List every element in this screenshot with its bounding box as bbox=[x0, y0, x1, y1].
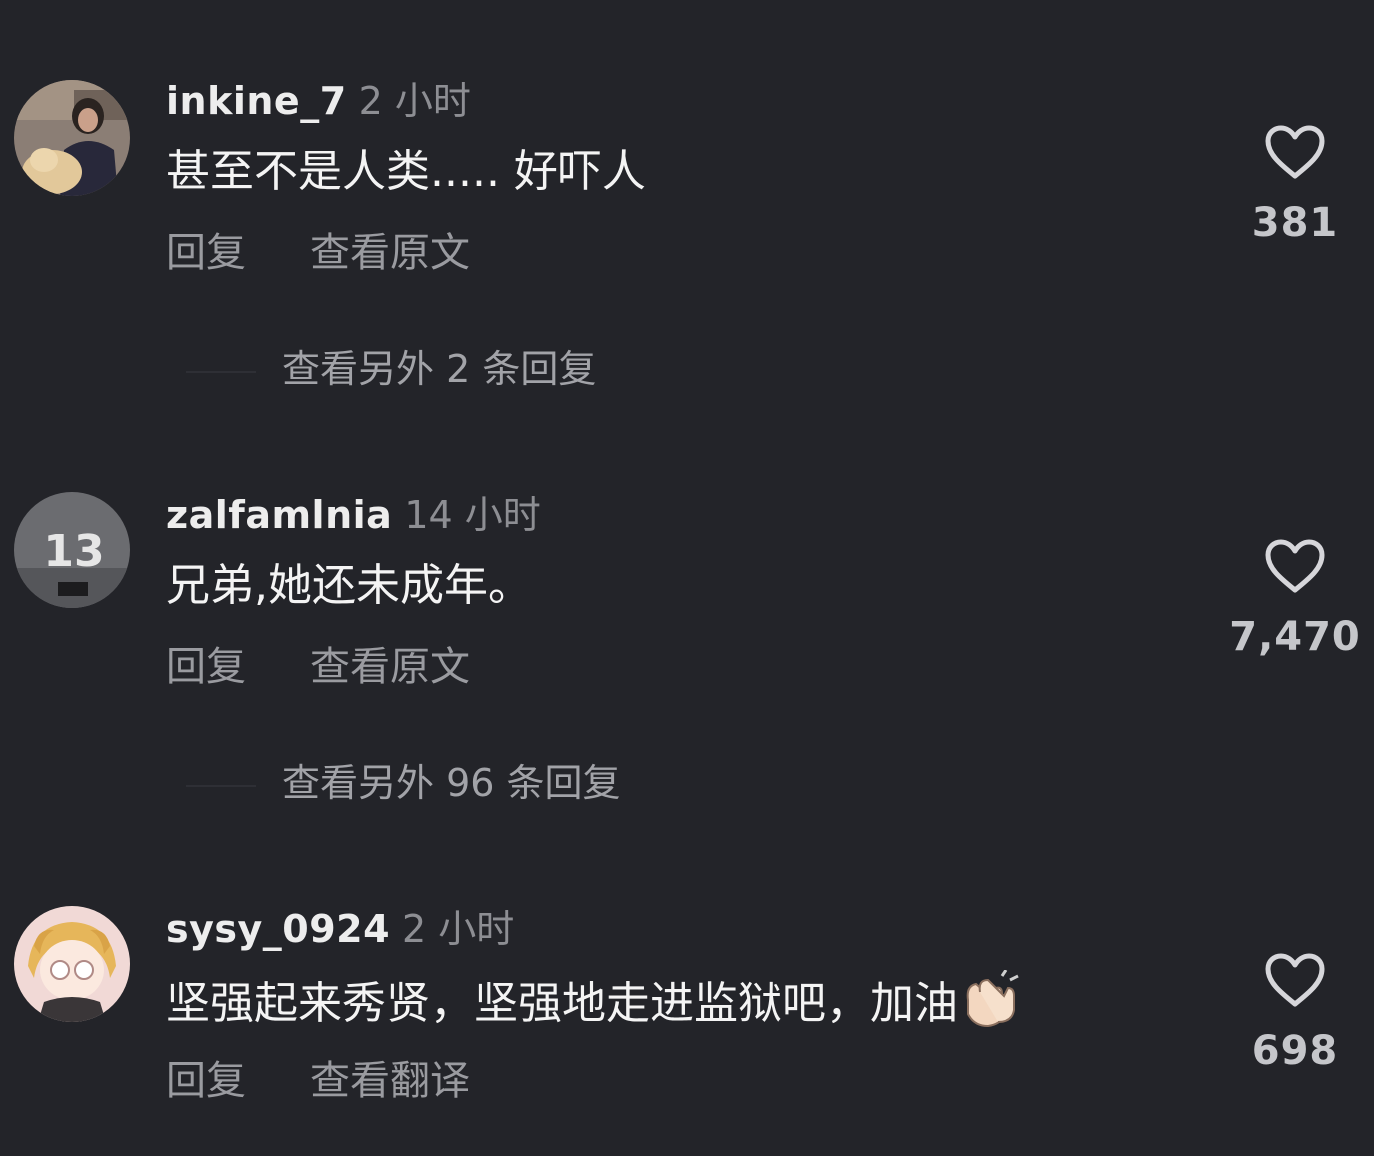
like-count: 698 bbox=[1251, 1028, 1339, 1074]
comment-actions: 回复 查看原文 bbox=[166, 640, 470, 694]
avatar[interactable] bbox=[14, 906, 130, 1022]
timestamp: 2 小时 bbox=[402, 907, 515, 951]
timestamp: 2 小时 bbox=[358, 79, 471, 123]
avatar[interactable]: 13 bbox=[14, 492, 130, 608]
comment-text: 兄弟,她还未成年。 bbox=[166, 560, 532, 611]
thread-divider bbox=[186, 784, 256, 787]
like-control: 7,470 bbox=[1222, 538, 1368, 660]
comment-text-content: 坚强起来秀贤，坚强地走进监狱吧，加油 bbox=[166, 978, 958, 1029]
reply-button[interactable]: 回复 bbox=[166, 1058, 246, 1104]
reply-button[interactable]: 回复 bbox=[166, 644, 246, 690]
view-more-replies-label: 查看另外 96 条回复 bbox=[282, 761, 621, 805]
like-control: 698 bbox=[1232, 952, 1358, 1074]
reply-button[interactable]: 回复 bbox=[166, 230, 246, 276]
comment-meta: sysy_0924 2 小时 bbox=[166, 904, 514, 954]
view-original-button[interactable]: 查看原文 bbox=[310, 644, 470, 690]
view-more-replies-button[interactable]: 查看另外 96 条回复 bbox=[186, 758, 621, 808]
avatar-jersey-image: 13 bbox=[14, 492, 130, 608]
comment-meta: inkine_7 2 小时 bbox=[166, 76, 471, 126]
avatar-badge: 13 bbox=[43, 526, 104, 577]
username[interactable]: inkine_7 bbox=[166, 79, 347, 123]
like-count: 7,470 bbox=[1229, 614, 1361, 660]
view-original-button[interactable]: 查看原文 bbox=[310, 230, 470, 276]
clapping-hands-emoji bbox=[966, 970, 1019, 1028]
heart-outline-icon[interactable] bbox=[1264, 538, 1326, 594]
comment-text: 甚至不是人类..... 好吓人 bbox=[166, 146, 646, 197]
view-more-replies-label: 查看另外 2 条回复 bbox=[282, 347, 597, 391]
comment-actions: 回复 查看原文 bbox=[166, 226, 470, 280]
view-translation-button[interactable]: 查看翻译 bbox=[310, 1058, 470, 1104]
comment-meta: zalfamlnia 14 小时 bbox=[166, 490, 541, 540]
comment-actions: 回复 查看翻译 bbox=[166, 1054, 470, 1108]
thread-divider bbox=[186, 370, 256, 373]
timestamp: 14 小时 bbox=[404, 493, 541, 537]
username[interactable]: sysy_0924 bbox=[166, 907, 390, 951]
like-control: 381 bbox=[1232, 124, 1358, 246]
avatar[interactable] bbox=[14, 80, 130, 196]
heart-outline-icon[interactable] bbox=[1264, 124, 1326, 180]
comment-text: 坚强起来秀贤，坚强地走进监狱吧，加油 bbox=[166, 970, 1022, 1034]
view-more-replies-button[interactable]: 查看另外 2 条回复 bbox=[186, 344, 596, 394]
username[interactable]: zalfamlnia bbox=[166, 493, 392, 537]
like-count: 381 bbox=[1251, 200, 1339, 246]
heart-outline-icon[interactable] bbox=[1264, 952, 1326, 1008]
avatar-photo bbox=[14, 80, 130, 196]
avatar-anime-illustration bbox=[14, 906, 130, 1022]
